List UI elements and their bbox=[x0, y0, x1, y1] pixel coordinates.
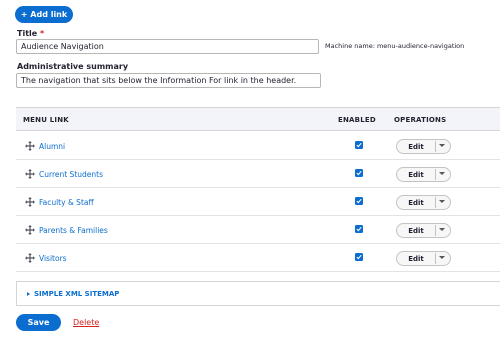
menu-link[interactable]: Faculty & Staff bbox=[39, 198, 94, 207]
enabled-checkbox[interactable] bbox=[355, 225, 363, 233]
machine-name-text: Machine name: menu-audience-navigation bbox=[325, 42, 465, 50]
menu-link[interactable]: Parents & Families bbox=[39, 226, 108, 235]
operations-header: OPERATIONS bbox=[394, 116, 447, 124]
operations-dropbutton: Edit bbox=[396, 195, 451, 210]
triangle-down-icon[interactable] bbox=[439, 256, 445, 259]
title-label-text: Title bbox=[17, 29, 38, 38]
dropbutton-divider bbox=[435, 197, 436, 208]
menu-link-header: MENU LINK bbox=[23, 116, 69, 124]
triangle-down-icon[interactable] bbox=[439, 228, 445, 231]
delete-link[interactable]: Delete bbox=[73, 318, 99, 327]
add-link-button[interactable]: + Add link bbox=[15, 6, 73, 23]
summary-input-value: The navigation that sits below the Infor… bbox=[21, 76, 297, 85]
edit-button[interactable]: Edit bbox=[397, 140, 435, 153]
move-arrows-icon[interactable] bbox=[25, 253, 35, 263]
enabled-checkbox[interactable] bbox=[355, 253, 363, 261]
edit-button[interactable]: Edit bbox=[397, 168, 435, 181]
simple-xml-sitemap-details[interactable]: SIMPLE XML SITEMAP bbox=[16, 281, 500, 306]
enabled-checkbox[interactable] bbox=[355, 169, 363, 177]
summary-input[interactable]: The navigation that sits below the Infor… bbox=[16, 73, 321, 88]
edit-button[interactable]: Edit bbox=[397, 224, 435, 237]
enabled-header: ENABLED bbox=[338, 116, 376, 124]
title-input-value: Audience Navigation bbox=[21, 42, 104, 51]
triangle-down-icon[interactable] bbox=[439, 144, 445, 147]
table-row: Visitors Edit bbox=[16, 244, 500, 272]
edit-button[interactable]: Edit bbox=[397, 196, 435, 209]
move-arrows-icon[interactable] bbox=[25, 169, 35, 179]
menu-link[interactable]: Current Students bbox=[39, 170, 103, 179]
menu-links-table: MENU LINK ENABLED OPERATIONS Alumni Edit… bbox=[16, 107, 500, 272]
table-row: Parents & Families Edit bbox=[16, 216, 500, 244]
required-marker: * bbox=[40, 29, 45, 38]
edit-button[interactable]: Edit bbox=[397, 252, 435, 265]
move-arrows-icon[interactable] bbox=[25, 225, 35, 235]
triangle-down-icon[interactable] bbox=[439, 200, 445, 203]
operations-dropbutton: Edit bbox=[396, 251, 451, 266]
summary-label: Administrative summary bbox=[17, 62, 129, 71]
dropbutton-divider bbox=[435, 225, 436, 236]
operations-dropbutton: Edit bbox=[396, 139, 451, 154]
title-input[interactable]: Audience Navigation bbox=[16, 39, 319, 54]
enabled-checkbox[interactable] bbox=[355, 141, 363, 149]
enabled-checkbox[interactable] bbox=[355, 197, 363, 205]
move-arrows-icon[interactable] bbox=[25, 141, 35, 151]
table-header: MENU LINK ENABLED OPERATIONS bbox=[16, 108, 500, 131]
operations-dropbutton: Edit bbox=[396, 223, 451, 238]
triangle-down-icon[interactable] bbox=[439, 172, 445, 175]
table-row: Alumni Edit bbox=[16, 132, 500, 160]
dropbutton-divider bbox=[435, 253, 436, 264]
checkmark-icon bbox=[356, 170, 362, 176]
move-arrows-icon[interactable] bbox=[25, 197, 35, 207]
operations-dropbutton: Edit bbox=[396, 167, 451, 182]
checkmark-icon bbox=[356, 226, 362, 232]
checkmark-icon bbox=[356, 142, 362, 148]
dropbutton-divider bbox=[435, 169, 436, 180]
table-row: Current Students Edit bbox=[16, 160, 500, 188]
title-label: Title * bbox=[17, 29, 44, 38]
details-title: SIMPLE XML SITEMAP bbox=[34, 290, 120, 298]
checkmark-icon bbox=[356, 254, 362, 260]
triangle-right-icon bbox=[27, 292, 30, 296]
save-button[interactable]: Save bbox=[16, 314, 61, 331]
menu-link[interactable]: Alumni bbox=[39, 142, 65, 151]
dropbutton-divider bbox=[435, 141, 436, 152]
table-row: Faculty & Staff Edit bbox=[16, 188, 500, 216]
menu-link[interactable]: Visitors bbox=[39, 254, 67, 263]
checkmark-icon bbox=[356, 198, 362, 204]
